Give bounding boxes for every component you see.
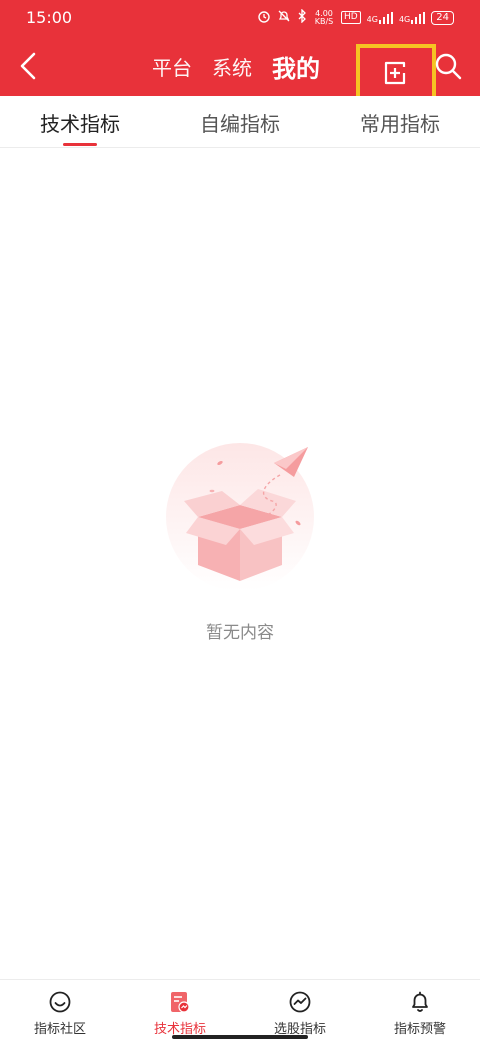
- indicator-doc-icon: [171, 992, 190, 1013]
- nav-tabs: 平台 系统 我的: [152, 36, 320, 96]
- sub-tabs: 技术指标 自编指标 常用指标: [0, 96, 480, 148]
- subtab-technical[interactable]: 技术指标: [40, 108, 120, 137]
- status-bar: 15:00 4.00 KB/S HD 4G 4G 24: [0, 0, 480, 36]
- nav-tab-system[interactable]: 系统: [212, 52, 252, 81]
- subtab-active-indicator: [63, 143, 97, 146]
- search-icon: [435, 53, 462, 80]
- bottom-tab-label: 指标预警: [393, 1022, 446, 1037]
- nav-bar: 平台 系统 我的: [0, 36, 480, 102]
- bottom-nav: 指标社区 技术指标 选股指标 指标预警: [0, 979, 480, 1040]
- home-indicator[interactable]: [172, 1035, 308, 1039]
- add-indicator-button[interactable]: [356, 44, 436, 102]
- signal-icon-2: 4G: [399, 11, 426, 24]
- alarm-icon: [257, 9, 271, 26]
- top-header: 15:00 4.00 KB/S HD 4G 4G 24 平台 系统 我的: [0, 0, 480, 102]
- search-button[interactable]: [432, 50, 464, 82]
- net-speed: 4.00 KB/S: [314, 8, 334, 26]
- empty-message: 暂无内容: [206, 623, 274, 643]
- bottom-tab-label: 指标社区: [33, 1022, 86, 1037]
- chevron-left-icon: [20, 52, 36, 80]
- back-button[interactable]: [14, 48, 44, 84]
- nav-tab-mine[interactable]: 我的: [272, 49, 320, 84]
- subtab-custom[interactable]: 自编指标: [200, 108, 280, 137]
- bluetooth-icon: [297, 8, 307, 26]
- signal-icon-1: 4G: [367, 11, 393, 24]
- subtab-common[interactable]: 常用指标: [360, 108, 440, 137]
- hd-badge: HD: [340, 11, 361, 24]
- bottom-tab-stock-picking[interactable]: 选股指标: [240, 980, 360, 1040]
- empty-box-illustration: [166, 443, 314, 591]
- status-time: 15:00: [26, 8, 73, 27]
- bottom-tab-community[interactable]: 指标社区: [0, 980, 120, 1040]
- bell-icon: [412, 991, 428, 1012]
- trend-chart-icon: [289, 991, 311, 1013]
- mute-bell-icon: [277, 9, 291, 26]
- bottom-tab-alert[interactable]: 指标预警: [360, 980, 480, 1040]
- nav-tab-platform[interactable]: 平台: [152, 52, 192, 81]
- smile-icon: [49, 991, 71, 1013]
- status-icons: 4.00 KB/S HD 4G 4G 24: [257, 8, 454, 26]
- bottom-tab-technical[interactable]: 技术指标: [120, 980, 240, 1040]
- battery-icon: 24: [431, 10, 454, 25]
- add-square-icon: [384, 61, 406, 85]
